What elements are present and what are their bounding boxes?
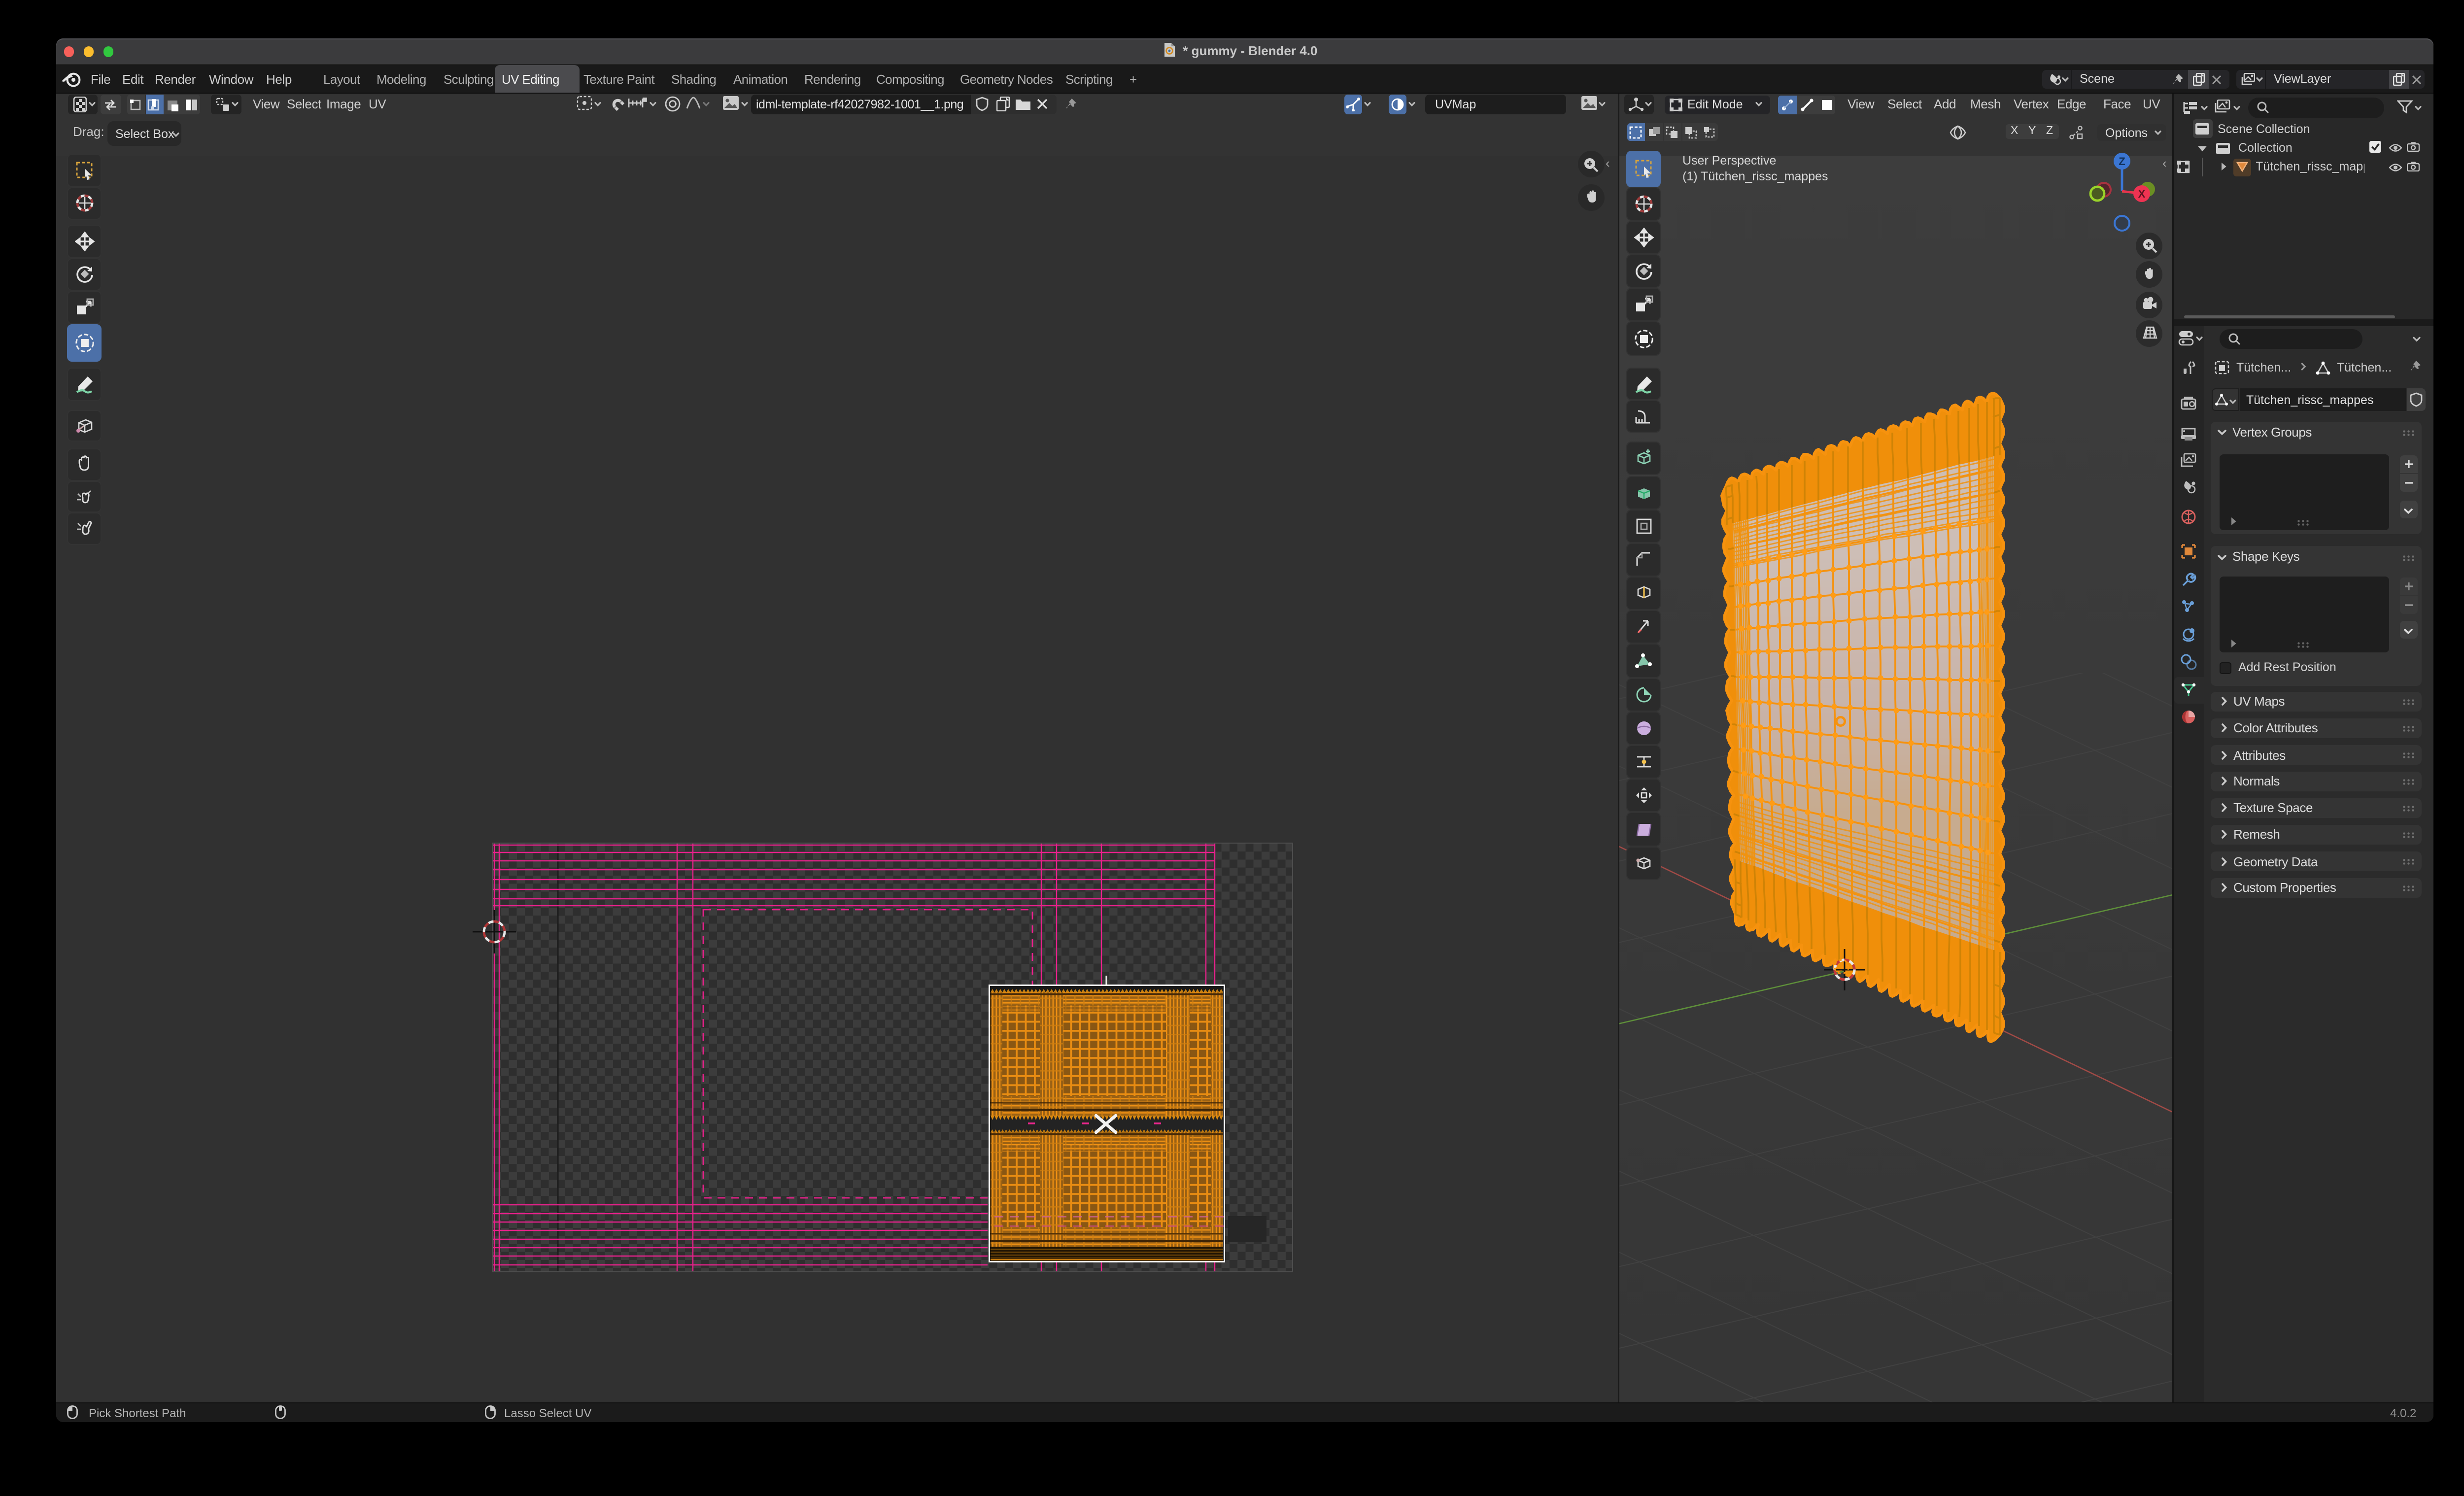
svg-text:X: X [2138, 188, 2146, 200]
svg-text:Z: Z [2119, 155, 2125, 168]
